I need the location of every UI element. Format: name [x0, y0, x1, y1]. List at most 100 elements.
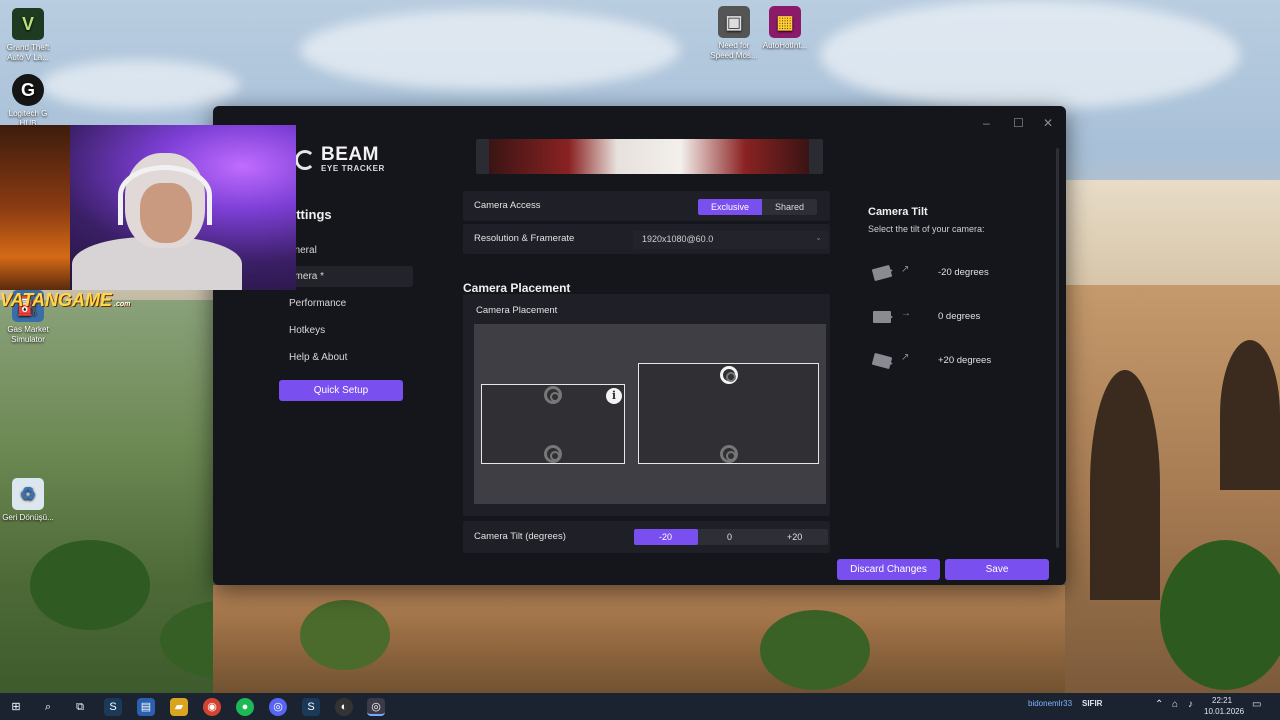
webcam-position-icon[interactable] — [544, 445, 562, 463]
file-explorer-icon[interactable]: ▰ — [170, 698, 188, 716]
resolution-row: Resolution & Framerate 1920x1080@60.0 ⌄ — [463, 224, 830, 254]
vatangame-name: VATANGAME — [0, 290, 112, 310]
camera-access-row: Camera Access Exclusive Shared — [463, 191, 830, 221]
start-button[interactable]: ⊞ — [7, 698, 25, 716]
desktop-icon-label: Need for Speed Mos... — [710, 41, 758, 60]
camera-placement-heading: Camera Placement — [463, 281, 571, 295]
logo-subtitle: EYE TRACKER — [321, 164, 385, 173]
steam-icon-2[interactable]: S — [302, 698, 320, 716]
gta-icon: V — [12, 8, 44, 40]
tray-user[interactable]: bidonemlr33 — [1028, 699, 1072, 708]
camera-access-exclusive[interactable]: Exclusive — [698, 199, 763, 215]
tilt-degrees-label: +20 degrees — [938, 355, 992, 366]
desktop-icon-label: Gas Market Simulator — [7, 325, 49, 344]
camera-placement-label: Camera Placement — [476, 305, 558, 316]
beam-eye-tracker-window: – ☐ ✕ BEAM EYE TRACKER ettings eneral am… — [213, 106, 1066, 585]
tilt-degrees-label: -20 degrees — [938, 267, 989, 278]
volume-icon[interactable]: ♪ — [1188, 699, 1193, 710]
sidebar-item-help-about[interactable]: Help & About — [279, 347, 413, 368]
discard-changes-button[interactable]: Discard Changes — [837, 559, 940, 580]
desktop-icon-label: Grand Theft Auto V La... — [6, 43, 50, 62]
sidebar-item-performance[interactable]: Performance — [279, 293, 413, 314]
quick-setup-button[interactable]: Quick Setup — [279, 380, 403, 401]
app-logo: BEAM EYE TRACKER — [295, 144, 385, 173]
camera-preview-image — [489, 139, 809, 174]
camera-tilt-selector[interactable]: -20 0 +20 — [634, 529, 828, 545]
close-button[interactable]: ✕ — [1043, 116, 1053, 130]
desktop-icon-gta[interactable]: V Grand Theft Auto V La... — [0, 8, 56, 63]
resolution-label: Resolution & Framerate — [474, 233, 575, 244]
scrollbar[interactable] — [1056, 148, 1059, 548]
webcam-position-icon[interactable] — [544, 386, 562, 404]
tilt-option-0-info[interactable]: → 0 degrees — [868, 308, 1038, 328]
tilt-option-minus20-info[interactable]: ↗ -20 degrees — [868, 264, 1038, 284]
tilt-option-0[interactable]: 0 — [727, 532, 732, 542]
vatangame-logo: VATANGAME .com — [0, 290, 160, 318]
chrome-icon[interactable]: ◉ — [203, 698, 221, 716]
arrow-icon: ↗ — [901, 264, 910, 275]
task-view-icon[interactable]: ⧉ — [71, 698, 89, 716]
logitech-icon: G — [12, 74, 44, 106]
chevron-up-icon[interactable]: ⌃ — [1155, 699, 1163, 710]
sidebar-item-hotkeys[interactable]: Hotkeys — [279, 320, 413, 341]
desktop-icon-nfs[interactable]: ▣ Need for Speed Mos... — [706, 6, 762, 61]
camera-tilt-label: Camera Tilt (degrees) — [474, 531, 566, 542]
spotify-icon[interactable]: ● — [236, 698, 254, 716]
headphones — [118, 165, 212, 225]
desktop-icon-recycle-bin[interactable]: ♻ Geri Dönüşü... — [0, 478, 56, 523]
search-icon[interactable]: ⌕ — [39, 698, 57, 716]
camera-tilt-title: Camera Tilt — [868, 206, 928, 218]
webcam-selected-icon[interactable] — [720, 366, 738, 384]
discord-icon[interactable]: ◎ — [269, 698, 287, 716]
tilt-option-plus20-info[interactable]: ↗ +20 degrees — [868, 352, 1038, 372]
placement-canvas: i — [474, 324, 826, 504]
desktop-icon-label: Geri Dönüşü... — [2, 513, 54, 522]
store-icon[interactable]: ▤ — [137, 698, 155, 716]
save-button[interactable]: Save — [945, 559, 1049, 580]
sidebar-item-general[interactable]: eneral — [279, 240, 413, 261]
webcam-overlay — [0, 125, 296, 290]
sidebar-item-camera[interactable]: amera * — [279, 266, 413, 287]
monitor-right[interactable] — [638, 363, 819, 464]
camera-access-label: Camera Access — [474, 200, 541, 211]
camera-access-shared[interactable]: Shared — [762, 199, 818, 215]
tray-user-extra: SIFIR — [1082, 699, 1103, 708]
taskbar: ⊞ ⌕ ⧉ S ▤ ▰ ◉ ● ◎ S ◐ ◎ bidonemlr33 SIFI… — [0, 693, 1280, 720]
tilt-option-plus20[interactable]: +20 — [787, 532, 802, 542]
logo-title: BEAM — [321, 144, 379, 165]
camera-tilt-info: Camera Tilt Select the tilt of your came… — [868, 206, 1038, 370]
notification-icon[interactable]: ▭ — [1252, 699, 1261, 710]
beam-logo-icon — [295, 149, 315, 170]
tilt-option-minus20[interactable]: -20 — [659, 532, 672, 542]
webcam-position-icon[interactable] — [720, 445, 738, 463]
camera-icon — [873, 311, 893, 323]
arrow-icon: → — [901, 308, 911, 319]
beam-taskbar-icon[interactable]: ◎ — [367, 698, 385, 716]
info-icon[interactable]: i — [606, 388, 622, 404]
winrar-icon: ▦ — [769, 6, 801, 38]
steam-icon[interactable]: S — [104, 698, 122, 716]
camera-tilt-subtitle: Select the tilt of your camera: — [868, 224, 985, 234]
clock-time[interactable]: 22:21 — [1212, 696, 1232, 705]
tilt-degrees-label: 0 degrees — [938, 311, 981, 322]
resolution-value: 1920x1080@60.0 — [642, 234, 714, 244]
resolution-select[interactable]: 1920x1080@60.0 ⌄ — [633, 231, 828, 249]
camera-tilt-row: Camera Tilt (degrees) -20 0 +20 — [463, 521, 830, 553]
minimize-button[interactable]: – — [983, 116, 990, 130]
camera-icon — [871, 264, 893, 282]
desktop-icon-label: AutoHotInt... — [762, 41, 808, 50]
camera-preview — [476, 139, 823, 174]
monitor-left[interactable]: i — [481, 384, 625, 464]
chevron-down-icon: ⌄ — [815, 233, 822, 242]
maximize-button[interactable]: ☐ — [1013, 116, 1024, 130]
desktop-icon-logitech[interactable]: G Logitech G HUB — [0, 74, 56, 129]
clock-date[interactable]: 10.01.2026 — [1204, 707, 1244, 716]
logitech-taskbar-icon[interactable]: ◐ — [335, 698, 353, 716]
desktop-icon-autohotint[interactable]: ▦ AutoHotInt... — [757, 6, 813, 51]
arrow-icon: ↗ — [901, 352, 910, 363]
nfs-icon: ▣ — [718, 6, 750, 38]
camera-icon — [871, 352, 893, 370]
vatangame-suffix: .com — [114, 301, 131, 308]
network-icon[interactable]: ⌂ — [1172, 699, 1178, 710]
recycle-bin-icon: ♻ — [12, 478, 44, 510]
